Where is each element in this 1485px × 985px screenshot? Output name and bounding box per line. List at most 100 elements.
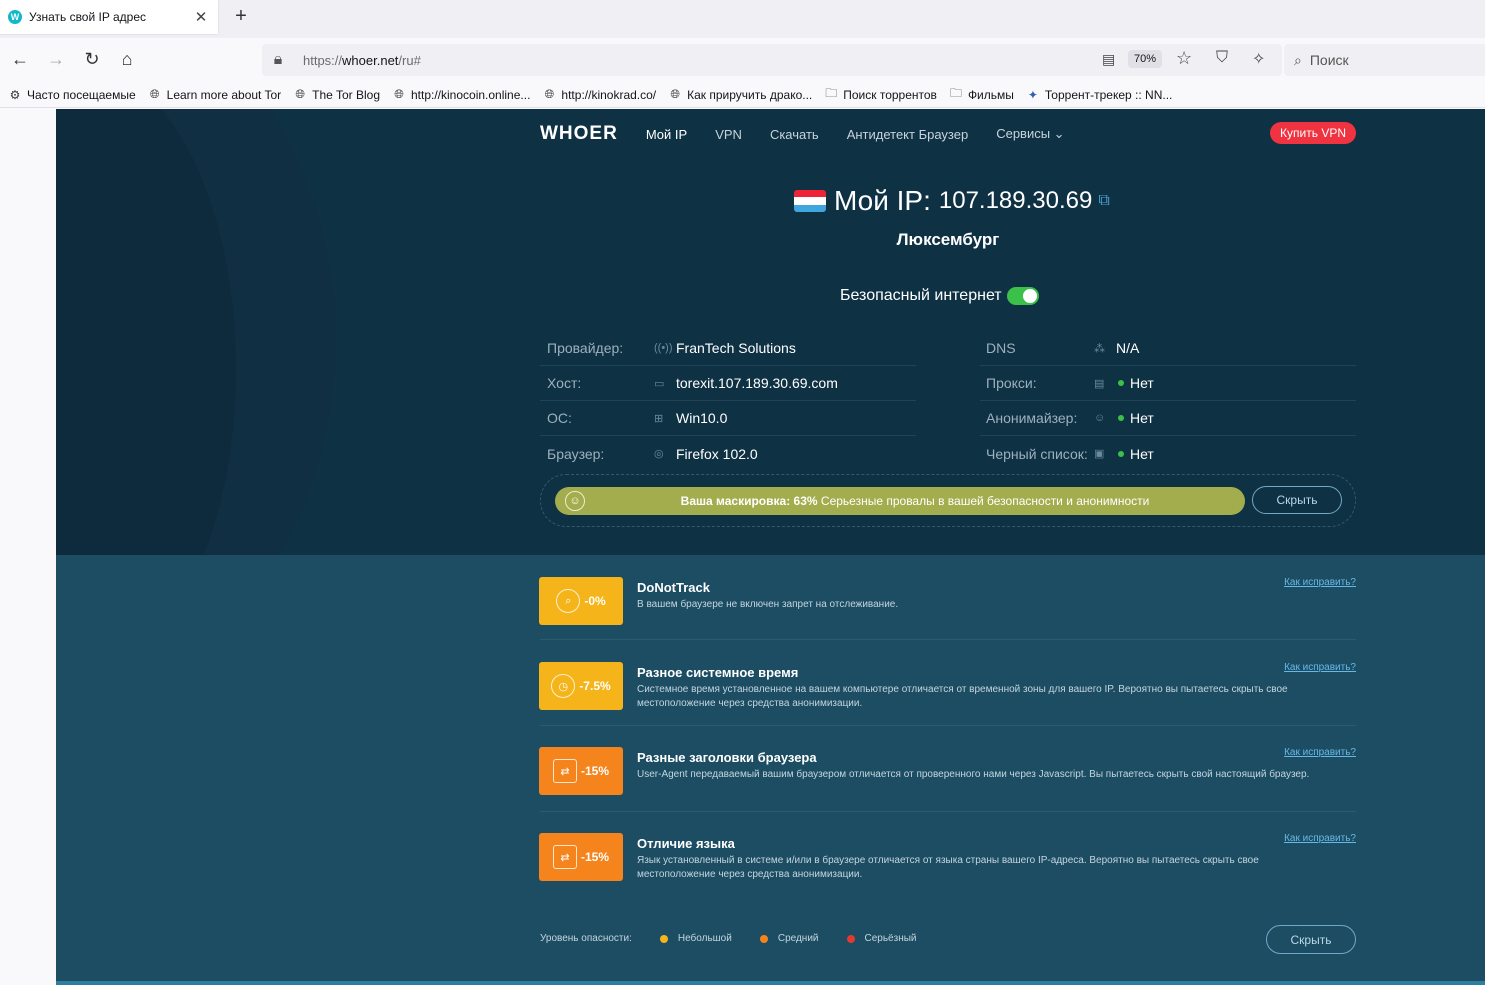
site-logo[interactable]: WHOER: [540, 123, 618, 145]
issue-divider: [540, 725, 1356, 726]
info-row-os: ОС: ⊞ Win10.0: [540, 401, 916, 436]
clock-icon: ◷: [551, 674, 576, 698]
issue-description: В вашем браузере не включен запрет на от…: [637, 599, 899, 610]
disguise-panel: ☺ Ваша маскировка: 63% Серьезные провалы…: [540, 474, 1356, 527]
shield-icon[interactable]: ⛉: [1216, 49, 1228, 67]
disguise-text: Ваша маскировка: 63% Серьезные провалы в…: [680, 494, 1150, 508]
bookmarks-toolbar: ⚙ Часто посещаемые 🌐︎ Learn more about Tor…: [0, 82, 1485, 108]
windows-icon: ⊞: [654, 412, 664, 425]
language-icon: ⇄: [552, 845, 577, 869]
issue-badge: ⌕ -0%: [539, 577, 623, 625]
bookmark-item[interactable]: 🌐︎ The Tor Blog: [293, 87, 380, 102]
issue-description: Язык установленный в системе и/или в бра…: [637, 855, 1259, 880]
signal-icon: ((•)): [654, 342, 673, 354]
globe-icon: 🌐︎: [149, 87, 160, 101]
hide-button[interactable]: Скрыть: [1252, 486, 1342, 514]
lock-icon[interactable]: 🔒︎: [270, 51, 286, 69]
globe-icon: 🌐︎: [544, 87, 555, 101]
info-row-proxy: Прокси: ▤ Нет: [980, 366, 1356, 401]
nav-services[interactable]: Сервисы ⌄: [996, 126, 1064, 142]
extension-icon[interactable]: ✧: [1252, 49, 1265, 69]
issue-item: ⇄ -15% Разные заголовки браузера User-Age…: [539, 747, 1356, 812]
back-arrow-icon[interactable]: ←: [9, 48, 31, 70]
legend-medium: Средний: [777, 933, 819, 944]
legend-low: Небольшой: [677, 933, 732, 944]
search-input[interactable]: ⌕ Поиск: [1284, 44, 1485, 76]
issue-badge: ◷ -7.5%: [539, 662, 623, 710]
page-content: WHOER Мой IP VPN Скачать Антидетект Брау…: [0, 109, 1485, 985]
hide-issues-button[interactable]: Скрыть: [1266, 925, 1356, 954]
url-text[interactable]: https://whoer.net/ru#: [303, 53, 421, 68]
issue-title: Отличие языка: [637, 836, 735, 851]
info-row-host: Хост: ▭ torexit.107.189.30.69.com: [540, 366, 916, 401]
ip-value[interactable]: 107.189.30.69: [939, 187, 1092, 215]
reader-view-icon[interactable]: ▤: [1102, 51, 1115, 68]
tracking-icon: ⌕: [556, 589, 581, 613]
globe-icon: 🌐︎: [394, 87, 404, 101]
status-dot: [1118, 415, 1124, 421]
home-icon[interactable]: ⌂: [116, 48, 138, 70]
issue-item: ⌕ -0% DoNotTrack В вашем браузере не вклю…: [539, 577, 1356, 640]
legend-dot-medium: [759, 934, 768, 943]
danger-legend: Уровень опасности: Небольшой Средний Сер…: [540, 933, 917, 944]
zoom-level[interactable]: 70%: [1128, 50, 1163, 68]
network-icon: ⁂: [1094, 342, 1105, 355]
list-icon: ▣: [1094, 448, 1105, 460]
status-dot: [1118, 450, 1124, 457]
nav-antidetect[interactable]: Антидетект Браузер: [847, 127, 969, 142]
nav-my-ip[interactable]: Мой IP: [646, 127, 687, 142]
bookmark-item[interactable]: 🌐︎ http://kinokrad.co/: [542, 87, 657, 102]
forward-arrow-icon[interactable]: →: [45, 48, 67, 70]
bookmark-item[interactable]: ✦ Торрент-трекер :: NN...: [1026, 88, 1172, 102]
issue-title: DoNotTrack: [637, 580, 710, 595]
bookmark-item[interactable]: 🌐︎ Learn more about Tor: [148, 87, 281, 102]
legend-dot-low: [659, 934, 668, 943]
bookmark-item[interactable]: ⚙ Часто посещаемые: [8, 88, 136, 102]
headers-icon: ⇄: [552, 759, 577, 783]
info-table-left: Провайдер: ((•)) FranTech Solutions Хост: ▭…: [540, 331, 916, 471]
issue-divider: [540, 811, 1356, 812]
whoer-site: WHOER Мой IP VPN Скачать Антидетект Брау…: [56, 109, 1485, 985]
how-to-fix-link[interactable]: Как исправить?: [1284, 662, 1356, 673]
folder-icon: 🗀: [825, 86, 838, 100]
folder-icon: 🗀: [949, 86, 962, 100]
how-to-fix-link[interactable]: Как исправить?: [1284, 747, 1356, 758]
country-name: Люксембург: [896, 230, 1000, 249]
issue-description: Системное время установленное на вашем к…: [637, 684, 1288, 709]
how-to-fix-link[interactable]: Как исправить?: [1284, 577, 1356, 588]
buy-vpn-button[interactable]: Купить VPN: [1270, 122, 1356, 144]
tab-bar: W Узнать свой IP адрес ✕ +: [0, 0, 1485, 38]
butterfly-icon: ✦: [1027, 87, 1038, 102]
issue-title: Разное системное время: [637, 665, 799, 680]
issue-item: ◷ -7.5% Разное системное время Системное …: [539, 662, 1356, 726]
legend-title: Уровень опасности:: [540, 933, 632, 944]
bookmark-star-icon[interactable]: ☆: [1176, 48, 1192, 69]
issue-item: ⇄ -15% Отличие языка Язык установленный в…: [539, 833, 1356, 881]
issue-description: User-Agent передаваемый вашим браузером …: [637, 769, 1310, 780]
issue-divider: [540, 639, 1356, 640]
info-table-right: DNS ⁂ N/A Прокси: ▤ Нет Анонимайзер: ☺ Нет Чер…: [980, 331, 1356, 471]
copy-icon[interactable]: ⧉: [1098, 192, 1109, 210]
bookmark-folder[interactable]: 🗀 Фильмы: [949, 86, 1014, 102]
issue-title: Разные заголовки браузера: [637, 750, 817, 765]
bookmark-folder[interactable]: 🗀 Поиск торрентов: [824, 86, 937, 102]
status-dot: [1118, 380, 1124, 386]
user-icon: ☺: [1094, 412, 1106, 424]
reload-icon[interactable]: ↻: [81, 48, 103, 70]
issue-badge: ⇄ -15%: [539, 747, 623, 795]
url-bar[interactable]: 🔒︎ https://whoer.net/ru# ▤ 70% ☆: [262, 44, 1282, 76]
browser-tab[interactable]: W Узнать свой IP адрес ✕: [0, 0, 218, 34]
legend-serious: Серьёзный: [864, 933, 917, 944]
search-placeholder: Поиск: [1309, 52, 1349, 68]
nav-download[interactable]: Скачать: [770, 127, 819, 142]
how-to-fix-link[interactable]: Как исправить?: [1284, 833, 1356, 844]
disguise-bar: ☺ Ваша маскировка: 63% Серьезные провалы…: [555, 487, 1245, 515]
new-tab-button[interactable]: +: [230, 5, 252, 27]
close-tab-icon[interactable]: ✕: [192, 8, 210, 26]
nav-vpn[interactable]: VPN: [715, 127, 742, 142]
bookmark-item[interactable]: 🌐︎ http://kinocoin.online...: [392, 87, 530, 102]
proxy-icon: ▤: [1094, 377, 1105, 390]
safe-internet-toggle[interactable]: [1006, 287, 1039, 305]
bookmark-item[interactable]: 🌐︎ Как приручить драко...: [668, 87, 812, 102]
bottom-strip: [56, 981, 1485, 985]
